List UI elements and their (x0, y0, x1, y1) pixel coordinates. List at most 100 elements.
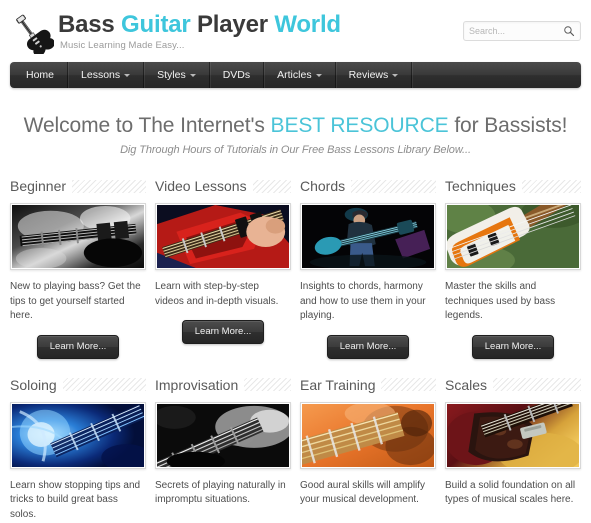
nav-item-styles[interactable]: Styles (144, 62, 210, 88)
card-scales: Scales Build a solid foundation on all t… (445, 377, 581, 523)
card-action-row: Learn More... (155, 320, 291, 344)
card-title-video-lessons: Video Lessons (155, 178, 247, 194)
card-soloing: Soloing Learn show stopping tips and tri… (10, 377, 146, 523)
red-bass-guitar-photo (157, 205, 289, 268)
hero-title-accent: BEST RESOURCE (270, 114, 449, 137)
card-header: Techniques (445, 178, 581, 194)
category-grid-row-1: Beginner New to playing bass? Get the ti… (0, 178, 591, 359)
chevron-down-icon (189, 74, 196, 77)
hatch-divider (351, 179, 436, 193)
site-title-part3: Player (190, 11, 275, 38)
hero-title-part1: Welcome to The Internet's (23, 114, 271, 137)
nav-label-styles: Styles (157, 69, 186, 81)
card-ear-training: Ear Training Good aural skills will ampl… (300, 377, 436, 523)
card-header: Beginner (10, 178, 146, 194)
card-thumbnail-soloing[interactable] (10, 401, 146, 469)
hero-section: Welcome to The Internet's BEST RESOURCE … (0, 88, 591, 156)
nav-label-home: Home (26, 69, 55, 81)
bass-guitar-icon (16, 14, 54, 54)
brand-logo[interactable]: Bass Guitar Player World Music Learning … (8, 8, 341, 54)
card-header: Scales (445, 377, 581, 393)
card-techniques: Techniques Master the skills and techniq… (445, 178, 581, 359)
learn-more-button-chords[interactable]: Learn More... (326, 334, 410, 359)
hero-title-part2: for Bassists! (448, 114, 568, 137)
card-action-row: Learn More... (300, 334, 436, 359)
card-thumbnail-chords[interactable] (300, 203, 436, 270)
chevron-down-icon (315, 74, 322, 77)
site-title-part1: Bass (58, 11, 122, 38)
black-and-white-bass-photo (12, 205, 144, 268)
card-description-soloing: Learn show stopping tips and tricks to b… (10, 479, 141, 520)
nav-item-lessons[interactable]: Lessons (68, 62, 145, 88)
nav-label-lessons: Lessons (81, 69, 121, 81)
hatch-divider (521, 179, 581, 193)
search-box[interactable] (463, 21, 581, 41)
card-chords: Chords Insights to chords, harmony and h… (300, 178, 436, 359)
card-title-scales: Scales (445, 376, 488, 393)
card-description-techniques: Master the skills and techniques used by… (445, 281, 556, 321)
learn-more-button-video-lessons[interactable]: Learn More... (181, 320, 265, 344)
main-navigation: Home Lessons Styles DVDs Articles Review… (10, 62, 581, 88)
card-thumbnail-scales[interactable] (445, 401, 581, 469)
search-icon[interactable] (563, 25, 575, 37)
card-action-row: Learn More... (445, 334, 581, 359)
hero-subtitle: Dig Through Hours of Tutorials in Our Fr… (120, 144, 471, 156)
card-title-soloing: Soloing (10, 376, 57, 393)
hatch-divider (493, 378, 581, 391)
nav-label-articles: Articles (277, 69, 312, 81)
brand-text-block: Bass Guitar Player World Music Learning … (58, 8, 341, 51)
bassist-on-stage-photo (302, 205, 434, 268)
card-thumbnail-beginner[interactable] (10, 203, 146, 270)
card-title-beginner: Beginner (10, 178, 67, 194)
card-title-ear-training: Ear Training (300, 376, 376, 393)
card-header: Chords (300, 178, 436, 194)
hatch-divider (244, 378, 291, 391)
card-thumbnail-improvisation[interactable] (155, 401, 291, 469)
chevron-down-icon (392, 74, 399, 77)
learn-more-button-techniques[interactable]: Learn More... (471, 334, 555, 359)
nav-label-dvds: DVDs (222, 69, 251, 81)
nav-item-home[interactable]: Home (10, 62, 69, 88)
card-description-beginner: New to playing bass? Get the tips to get… (10, 281, 141, 321)
page-root: Bass Guitar Player World Music Learning … (0, 0, 591, 523)
nav-item-articles[interactable]: Articles (264, 62, 336, 88)
nav-item-dvds[interactable]: DVDs (210, 62, 265, 88)
card-description-chords: Insights to chords, harmony and how to u… (300, 281, 426, 321)
card-thumbnail-ear-training[interactable] (300, 401, 436, 469)
card-header: Video Lessons (155, 178, 291, 194)
card-beginner: Beginner New to playing bass? Get the ti… (10, 178, 146, 359)
grayscale-fretboard-hand-photo (157, 403, 289, 467)
card-description-ear-training: Good aural skills will amplify your musi… (300, 479, 426, 506)
sunburst-bass-outdoors-photo (447, 205, 579, 268)
hatch-divider (72, 179, 146, 193)
chevron-down-icon (124, 74, 131, 77)
hatch-divider (381, 378, 436, 391)
card-description-video-lessons: Learn with step-by-step videos and in-de… (155, 281, 279, 307)
card-title-improvisation: Improvisation (155, 376, 239, 393)
card-thumbnail-video-lessons[interactable] (155, 203, 291, 270)
site-title-accent1: Guitar (121, 11, 191, 38)
card-improvisation: Improvisation Secrets of playing natural… (155, 377, 291, 523)
site-tagline: Music Learning Made Easy... (60, 40, 185, 52)
nav-item-reviews[interactable]: Reviews (336, 62, 413, 88)
card-title-techniques: Techniques (445, 178, 516, 194)
card-header: Soloing (10, 377, 146, 393)
nav-label-reviews: Reviews (348, 69, 389, 81)
hatch-divider (252, 179, 291, 193)
jazz-bass-tortoiseshell-photo (447, 403, 579, 467)
card-description-improvisation: Secrets of playing naturally in imprompt… (155, 479, 286, 506)
card-description-scales: Build a solid foundation on all types of… (445, 479, 576, 506)
blue-lit-bass-photo (12, 403, 144, 467)
card-thumbnail-techniques[interactable] (445, 203, 581, 270)
site-header: Bass Guitar Player World Music Learning … (0, 0, 591, 62)
hatch-divider (62, 378, 146, 391)
site-title: Bass Guitar Player World (58, 12, 341, 37)
card-header: Ear Training (300, 377, 436, 393)
learn-more-button-beginner[interactable]: Learn More... (36, 334, 120, 359)
card-title-chords: Chords (300, 178, 346, 194)
card-header: Improvisation (155, 377, 291, 393)
search-input[interactable] (469, 26, 563, 36)
orange-toned-bass-neck-photo (302, 403, 434, 467)
category-grid-row-2: Soloing Learn show stopping tips and tri… (0, 377, 591, 523)
site-title-accent2: World (274, 11, 341, 38)
